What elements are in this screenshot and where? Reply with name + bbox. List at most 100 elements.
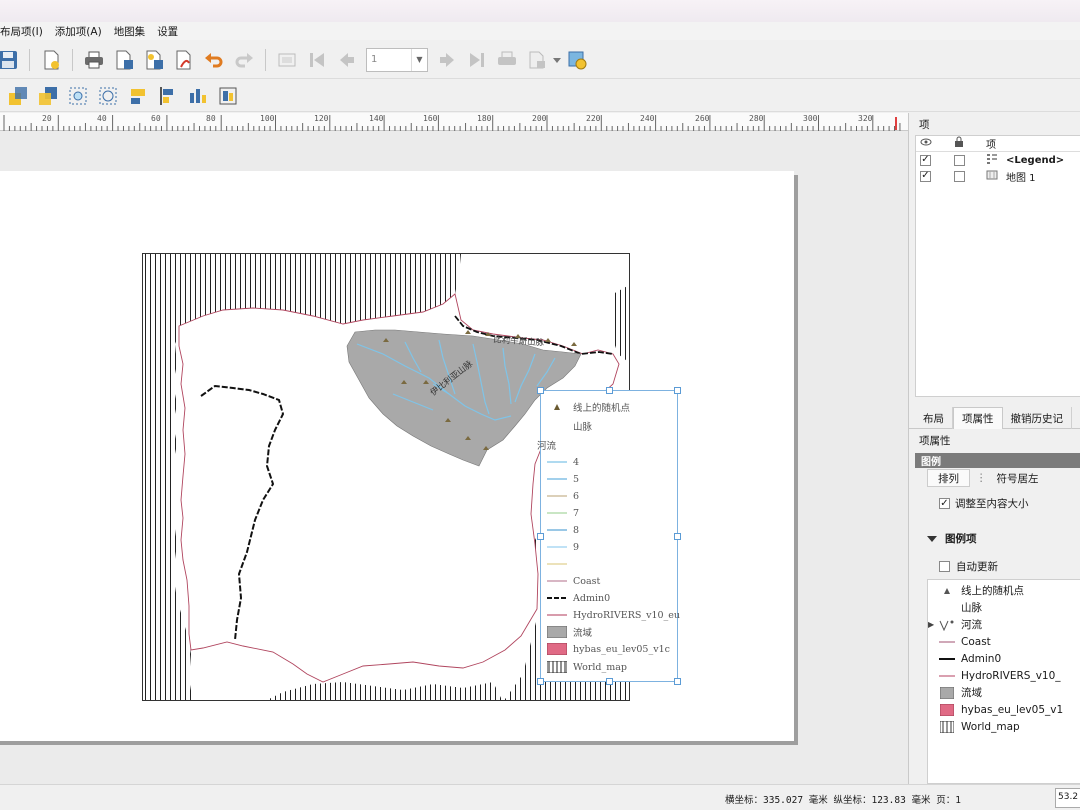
zoom-full-icon[interactable] — [66, 84, 90, 108]
item-label: <Legend> — [1006, 154, 1065, 166]
river-line-symbol — [547, 490, 567, 502]
ruler-label: 320 — [858, 114, 873, 123]
export-svg-icon[interactable] — [142, 48, 166, 72]
export-image-icon[interactable] — [112, 48, 136, 72]
menu-item-settings[interactable]: 设置 — [151, 24, 184, 39]
items-header: 项 — [916, 136, 1080, 152]
item-row-legend[interactable]: ✓ <Legend> — [916, 152, 1080, 168]
fill-symbol-icon — [938, 703, 956, 716]
resize-handle[interactable] — [606, 678, 613, 685]
save-icon[interactable] — [0, 48, 20, 72]
atlas-preview-icon[interactable] — [275, 48, 299, 72]
last-feature-icon[interactable] — [465, 48, 489, 72]
menu-item-layout-items[interactable]: 布局项(I) — [0, 24, 49, 39]
menu-item-add-item[interactable]: 添加项(A) — [49, 24, 108, 39]
legend-item-icon — [986, 153, 998, 168]
hydro-line-symbol — [547, 609, 567, 621]
auto-update-checkbox[interactable] — [939, 561, 950, 572]
lower-items-icon[interactable] — [36, 84, 60, 108]
fill-symbol-icon — [938, 686, 956, 699]
eye-icon — [920, 137, 932, 150]
legend-list-item[interactable]: Admin0 — [928, 650, 1001, 667]
ruler-label: 100 — [260, 114, 275, 123]
item-row-map[interactable]: ✓ 地图 1 — [916, 168, 1080, 184]
legend-list-item[interactable]: 流域 — [928, 684, 982, 701]
item-visible-checkbox[interactable]: ✓ — [920, 170, 931, 182]
layout-page[interactable]: 比利牛斯山脉 伊比利亚山脉 线上的随机点 山脉 河流 4 5 6 7 8 9 C… — [0, 171, 794, 741]
new-layout-icon[interactable] — [39, 48, 63, 72]
atlas-page-spinbox[interactable]: 1 ▼ — [366, 47, 428, 72]
legend-items-group[interactable]: 图例项 — [927, 531, 977, 546]
tab-arrange[interactable]: 排列 — [927, 469, 970, 487]
legend-list-item[interactable]: 线上的随机点 — [928, 582, 1024, 599]
legend-list-item[interactable]: World_map — [928, 718, 1020, 735]
menu-item-atlas[interactable]: 地图集 — [108, 24, 152, 39]
symbol-left-option[interactable]: 符号居左 — [997, 471, 1039, 486]
zoom-input[interactable]: 53.2 — [1055, 788, 1080, 808]
legend-list-item[interactable]: ▶ 河流 — [928, 616, 982, 633]
legend-list-item[interactable]: 山脉 — [928, 599, 982, 616]
undo-icon[interactable] — [202, 48, 226, 72]
atlas-settings-icon[interactable] — [565, 48, 589, 72]
print-icon[interactable] — [82, 48, 106, 72]
export-pdf-icon[interactable] — [172, 48, 196, 72]
legend-label: 7 — [573, 507, 580, 519]
first-feature-icon[interactable] — [305, 48, 329, 72]
legend-list-item[interactable]: HydroRIVERS_v10_ — [928, 667, 1061, 684]
print-atlas-icon[interactable] — [495, 48, 519, 72]
fit-to-content-row[interactable]: ✓ 调整至内容大小 — [939, 496, 1029, 511]
legend-items-list[interactable]: 线上的随机点 山脉 ▶ 河流 Coast Admin0 HydroRIVERS_v… — [927, 579, 1080, 784]
resize-handle[interactable] — [537, 678, 544, 685]
rule-renderer-icon — [938, 619, 956, 631]
random-points-symbol-icon — [547, 401, 567, 413]
item-lock-checkbox[interactable] — [954, 170, 965, 182]
resize-handle[interactable] — [537, 533, 544, 540]
ruler-label: 240 — [640, 114, 655, 123]
hybas-fill-symbol — [547, 643, 567, 655]
group-icon[interactable] — [216, 84, 240, 108]
item-visible-checkbox[interactable]: ✓ — [920, 154, 931, 166]
export-atlas-icon[interactable] — [525, 48, 549, 72]
tab-undo-history[interactable]: 撤销历史记 — [1003, 407, 1072, 429]
next-feature-icon[interactable] — [435, 48, 459, 72]
layout-legend[interactable]: 线上的随机点 山脉 河流 4 5 6 7 8 9 Coast Admin0 Hy… — [537, 387, 681, 685]
fit-to-content-checkbox[interactable]: ✓ — [939, 498, 950, 509]
items-tree[interactable]: 项 ✓ <Legend> ✓ 地图 1 — [915, 135, 1080, 397]
ruler-label: 20 — [42, 114, 52, 123]
line-symbol-icon — [938, 653, 956, 665]
chevron-down-icon[interactable] — [552, 48, 562, 72]
tab-layout[interactable]: 布局 — [915, 407, 953, 429]
chevron-down-icon[interactable]: ▼ — [411, 48, 427, 71]
river-line-symbol — [547, 456, 567, 468]
raise-items-icon[interactable] — [6, 84, 30, 108]
panel-tabs: 布局 项属性 撤销历史记 — [909, 407, 1080, 429]
ruler-label: 200 — [532, 114, 547, 123]
redo-icon[interactable] — [232, 48, 256, 72]
ruler-label: 280 — [749, 114, 764, 123]
line-symbol-icon — [938, 636, 956, 648]
distribute-icon[interactable] — [156, 84, 180, 108]
item-lock-checkbox[interactable] — [954, 154, 965, 166]
legend-label: 流域 — [573, 628, 593, 639]
coast-line-symbol — [547, 575, 567, 587]
resize-icon[interactable] — [186, 84, 210, 108]
auto-update-row[interactable]: 自动更新 — [939, 559, 998, 574]
toolbar-separator — [72, 48, 73, 71]
legend-list-item[interactable]: Coast — [928, 633, 991, 650]
legend-list-item[interactable]: hybas_eu_lev05_v1 — [928, 701, 1063, 718]
river-line-symbol — [547, 524, 567, 536]
expand-triangle-icon[interactable]: ▶ — [928, 620, 938, 629]
resize-handle[interactable] — [674, 533, 681, 540]
tab-item-properties[interactable]: 项属性 — [953, 407, 1003, 429]
zoom-layer-icon[interactable] — [96, 84, 120, 108]
title-bar — [0, 0, 1080, 22]
resize-handle[interactable] — [606, 387, 613, 394]
resize-handle[interactable] — [674, 678, 681, 685]
resize-handle[interactable] — [674, 387, 681, 394]
align-left-icon[interactable] — [126, 84, 150, 108]
resize-handle[interactable] — [537, 387, 544, 394]
layout-canvas[interactable]: 比利牛斯山脉 伊比利亚山脉 线上的随机点 山脉 河流 4 5 6 7 8 9 C… — [0, 131, 908, 784]
toolbar-separator — [29, 48, 30, 71]
ruler-label: 220 — [586, 114, 601, 123]
previous-feature-icon[interactable] — [335, 48, 359, 72]
